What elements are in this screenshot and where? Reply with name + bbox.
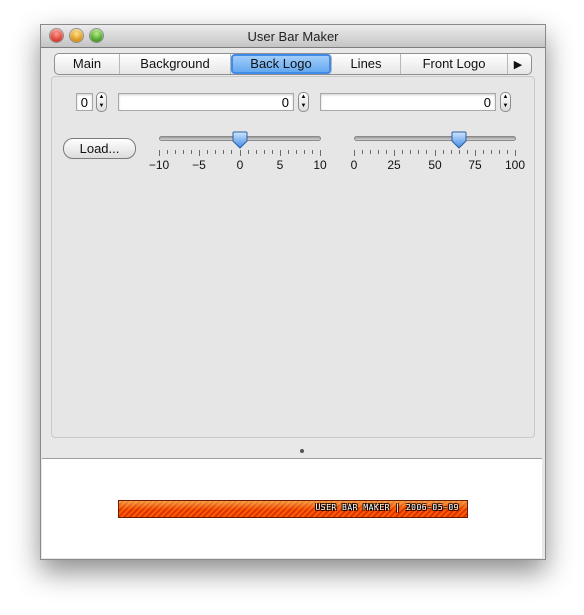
title-bar[interactable]: User Bar Maker: [41, 25, 545, 48]
left-slider-tick: [280, 150, 281, 156]
right-slider-tick-label: 75: [468, 158, 482, 172]
x-position-stepper[interactable]: ▲ ▼: [298, 92, 309, 112]
right-slider-tick: [467, 150, 468, 154]
preview-area: USER BAR MAKER | 2006-05-09: [42, 458, 542, 558]
tab-bar: Main Background Back Logo Lines Front Lo…: [54, 53, 532, 75]
right-slider-tick: [362, 150, 363, 154]
left-slider-knob[interactable]: [232, 131, 248, 149]
left-slider-tick: [231, 150, 232, 154]
right-slider-tick: [499, 150, 500, 154]
left-slider-tick-label: 0: [236, 158, 244, 172]
left-slider-tick: [240, 150, 241, 156]
left-slider-tick: [167, 150, 168, 154]
tab-front-logo[interactable]: Front Logo: [401, 54, 508, 74]
x-position-field[interactable]: 0: [118, 93, 294, 111]
right-slider-tick: [451, 150, 452, 154]
right-slider-tick-label: 50: [428, 158, 442, 172]
tab-lines[interactable]: Lines: [332, 54, 401, 74]
right-slider-tick-label: 100: [504, 158, 526, 172]
right-arrow-icon[interactable]: ▶: [508, 58, 528, 71]
app-window: User Bar Maker Main Background Back Logo…: [40, 24, 546, 560]
right-slider-tick: [418, 150, 419, 154]
left-slider-tick-label: −5: [192, 158, 206, 172]
right-slider-tick: [459, 150, 460, 154]
y-position-field[interactable]: 0: [320, 93, 496, 111]
left-slider-tick: [199, 150, 200, 156]
split-view-handle[interactable]: [300, 449, 304, 453]
right-slider-tick: [386, 150, 387, 154]
right-slider-tick: [378, 150, 379, 154]
right-slider-tick: [402, 150, 403, 154]
left-slider-tick: [272, 150, 273, 154]
size-stepper[interactable]: ▲ ▼: [96, 92, 107, 112]
right-slider-tick: [515, 150, 516, 156]
right-slider-tick: [435, 150, 436, 156]
left-slider-tick: [215, 150, 216, 154]
right-slider-tick: [475, 150, 476, 156]
left-slider-tick-label: 5: [276, 158, 284, 172]
load-button[interactable]: Load...: [63, 138, 136, 159]
right-slider-tick: [443, 150, 444, 154]
left-slider-tick: [296, 150, 297, 154]
left-slider-tick: [248, 150, 249, 154]
back-logo-panel: 0 ▲ ▼ 0 ▲ ▼ 0 ▲ ▼ Load... −10 −5 0 5 10 0 25 50 75…: [51, 76, 535, 453]
tab-back-logo[interactable]: Back Logo: [231, 54, 332, 74]
window-title: User Bar Maker: [247, 29, 339, 44]
left-slider-tick: [288, 150, 289, 154]
size-field[interactable]: 0: [76, 93, 93, 111]
left-slider-tick: [183, 150, 184, 154]
right-slider-tick: [370, 150, 371, 154]
left-slider-tick-label: −10: [148, 158, 170, 172]
right-slider-tick: [491, 150, 492, 154]
left-slider-tick: [264, 150, 265, 154]
right-slider-track[interactable]: [354, 136, 516, 141]
right-slider-tick: [410, 150, 411, 154]
right-slider-knob[interactable]: [451, 131, 467, 149]
left-slider-tick: [256, 150, 257, 154]
userbar-text: USER BAR MAKER | 2006-05-09: [315, 503, 459, 512]
right-slider[interactable]: 0 25 50 75 100: [350, 131, 525, 191]
left-slider-tick: [304, 150, 305, 154]
left-slider[interactable]: −10 −5 0 5 10: [149, 131, 327, 191]
left-slider-tick: [159, 150, 160, 156]
left-slider-tick: [223, 150, 224, 154]
left-slider-tick: [312, 150, 313, 154]
left-slider-tick: [191, 150, 192, 154]
left-slider-tick: [320, 150, 321, 156]
right-slider-tick: [507, 150, 508, 154]
right-slider-tick: [394, 150, 395, 156]
left-slider-tick: [207, 150, 208, 154]
userbar-preview: USER BAR MAKER | 2006-05-09: [118, 500, 468, 518]
left-slider-tick-label: 10: [313, 158, 327, 172]
right-slider-tick: [483, 150, 484, 154]
left-slider-tick: [175, 150, 176, 154]
right-slider-tick: [426, 150, 427, 154]
right-slider-tick: [354, 150, 355, 156]
tab-main[interactable]: Main: [55, 54, 120, 74]
right-slider-tick-label: 25: [387, 158, 401, 172]
right-slider-tick-label: 0: [350, 158, 358, 172]
tab-background[interactable]: Background: [120, 54, 231, 74]
y-position-stepper[interactable]: ▲ ▼: [500, 92, 511, 112]
